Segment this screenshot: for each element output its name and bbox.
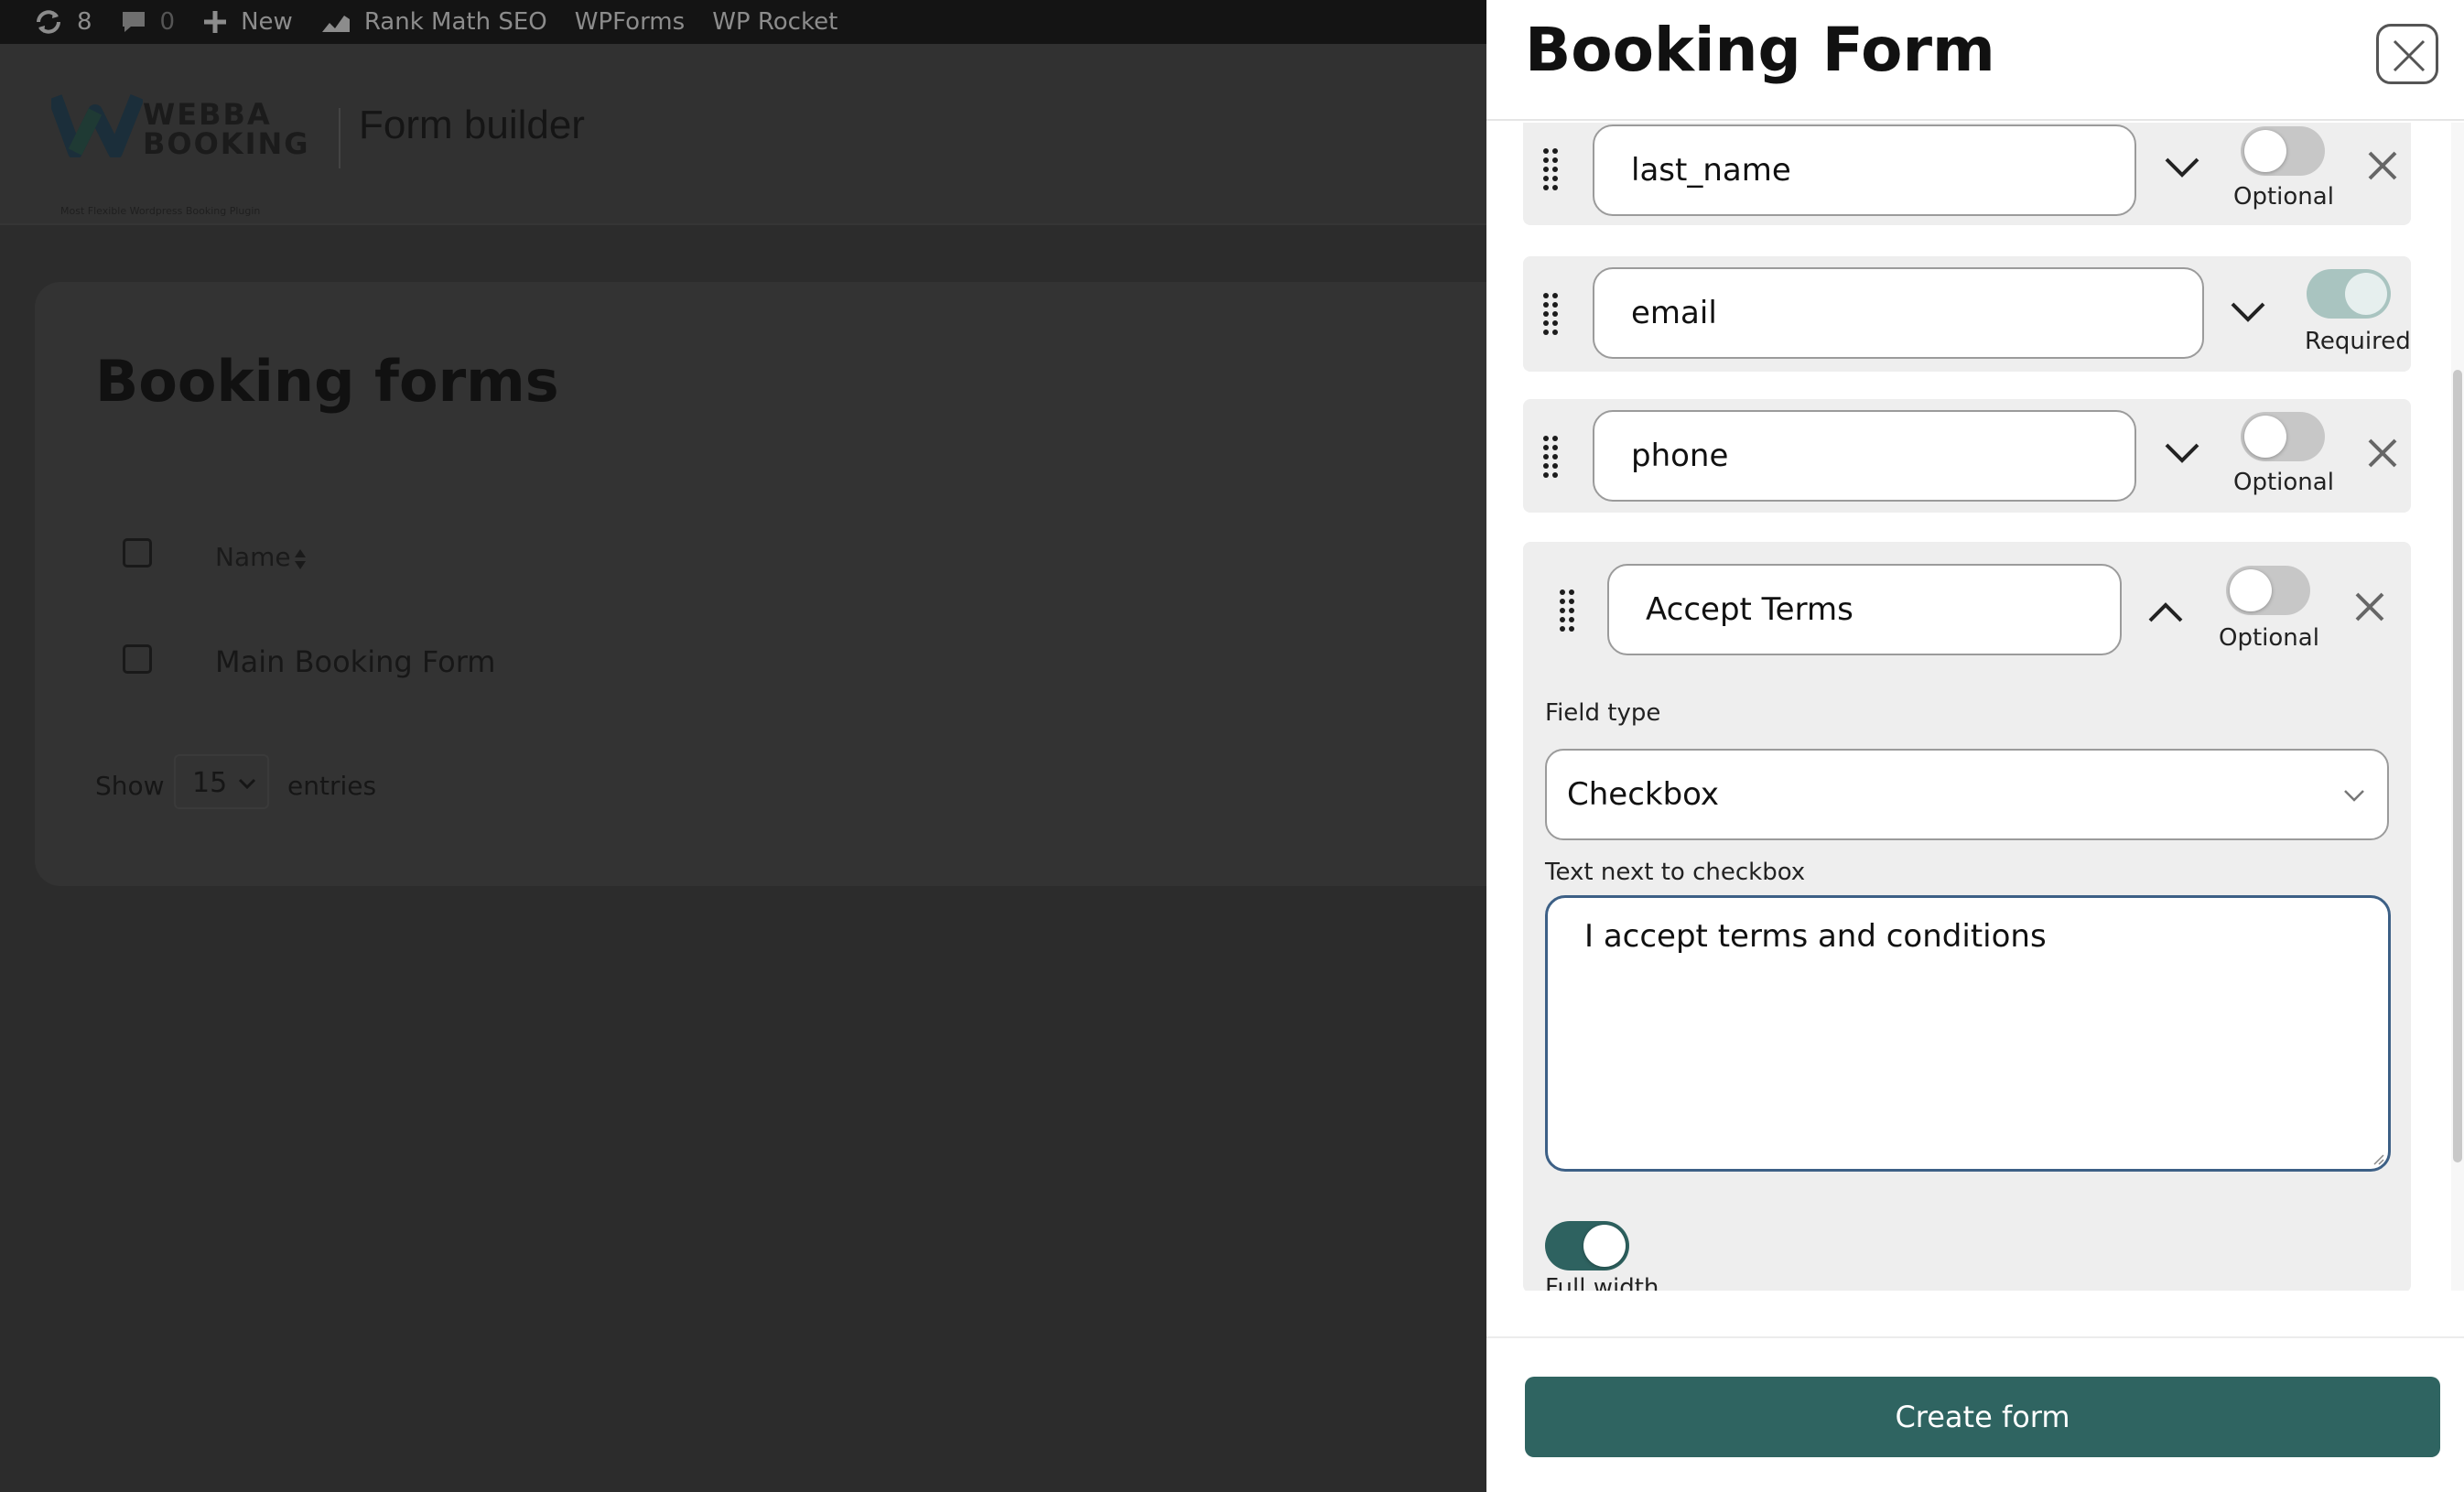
admin-bar-new[interactable]: New [202,8,293,36]
wpforms-label: WPForms [574,8,686,36]
required-toggle[interactable] [2241,126,2325,176]
admin-bar-updates[interactable]: 8 [33,8,92,36]
background-page: WEBBA BOOKING Most Flexible Wordpress Bo… [0,44,1518,1492]
chevron-down-icon [238,778,256,789]
entries-select[interactable]: 15 [174,754,269,809]
remove-field-icon[interactable] [2367,150,2398,181]
admin-bar-wpforms[interactable]: WPForms [575,8,685,36]
plus-icon [204,11,227,33]
webba-logo-mark [51,94,143,157]
row-checkbox[interactable] [123,644,152,674]
full-width-label: Full width [1545,1274,1659,1291]
select-all-checkbox[interactable] [123,538,152,568]
admin-bar-rank-math[interactable]: Rank Math SEO [320,8,547,36]
updates-count: 8 [77,8,92,36]
field-type-select[interactable]: Checkbox [1545,749,2389,840]
panel-footer: Create form [1486,1336,2464,1492]
toggle-label: Optional [2233,183,2334,211]
field-row-expanded: Accept Terms Optional Field type Checkbo… [1523,542,2411,1291]
field-row: last_name Optional [1523,123,2411,225]
field-row: email Required [1523,256,2411,372]
create-form-button[interactable]: Create form [1525,1377,2440,1457]
refresh-icon [37,10,60,34]
logo-text-line2: BOOKING [143,126,310,161]
field-name-input[interactable]: last_name [1593,124,2136,216]
scrollbar-thumb[interactable] [2453,370,2462,1162]
page-header: WEBBA BOOKING Most Flexible Wordpress Bo… [0,44,1486,225]
logo-tagline: Most Flexible Wordpress Booking Plugin [60,205,261,217]
panel-title: Booking Form [1525,15,1995,85]
chevron-down-icon[interactable] [2164,441,2200,465]
admin-bar-wp-rocket[interactable]: WP Rocket [712,8,838,36]
resize-handle-icon[interactable] [2372,1152,2384,1165]
comments-count: 0 [159,8,176,36]
panel-header: Booking Form [1486,0,2464,121]
field-type-value: Checkbox [1567,776,1720,813]
column-header-name[interactable]: Name [215,542,291,572]
required-toggle[interactable] [2241,412,2325,461]
table-row-name[interactable]: Main Booking Form [215,644,495,679]
checkbox-text-value: I accept terms and conditions [1584,918,2047,955]
field-name-input[interactable]: Accept Terms [1607,564,2122,655]
comment-icon [122,12,145,32]
required-toggle[interactable] [2226,566,2310,615]
rank-math-icon [321,16,350,32]
checkbox-text-textarea[interactable]: I accept terms and conditions [1545,895,2391,1172]
page-title: Form builder [359,103,585,147]
card-title: Booking forms [95,348,559,415]
close-button[interactable] [2376,24,2438,84]
show-label: Show [95,771,165,801]
field-type-label: Field type [1545,699,1661,727]
wp-rocket-label: WP Rocket [712,8,838,36]
drag-handle-icon[interactable] [1541,293,1562,337]
entries-label: entries [287,771,377,801]
admin-bar-comments[interactable]: 0 [120,8,176,36]
sort-icon[interactable] [293,547,308,571]
required-toggle[interactable] [2307,269,2391,319]
chevron-up-icon[interactable] [2147,600,2184,624]
field-row: phone Optional [1523,399,2411,513]
toggle-label: Optional [2219,624,2319,652]
checkbox-text-label: Text next to checkbox [1545,859,1806,886]
header-divider [339,108,340,168]
chevron-down-icon [2344,790,2364,802]
full-width-toggle[interactable] [1545,1221,1629,1270]
booking-forms-card: Booking forms Name Main Booking Form Sho… [35,282,1518,886]
toggle-label: Required [2305,328,2411,355]
chevron-down-icon[interactable] [2230,300,2266,324]
drag-handle-icon[interactable] [1541,148,1562,192]
booking-form-panel: Booking Form last_name Optional email Re… [1486,0,2464,1492]
drag-handle-icon[interactable] [1558,589,1578,633]
panel-body: last_name Optional email Required phone … [1486,123,2464,1291]
rank-math-label: Rank Math SEO [363,8,547,36]
remove-field-icon[interactable] [2367,438,2398,469]
chevron-down-icon[interactable] [2164,156,2200,179]
field-name-input[interactable]: email [1593,267,2204,359]
close-icon [2393,39,2426,72]
field-name-input[interactable]: phone [1593,410,2136,502]
drag-handle-icon[interactable] [1541,436,1562,480]
new-label: New [241,8,293,36]
toggle-label: Optional [2233,469,2334,496]
entries-value: 15 [192,767,228,799]
remove-field-icon[interactable] [2354,591,2385,622]
panel-scrollbar[interactable] [2451,123,2464,1291]
